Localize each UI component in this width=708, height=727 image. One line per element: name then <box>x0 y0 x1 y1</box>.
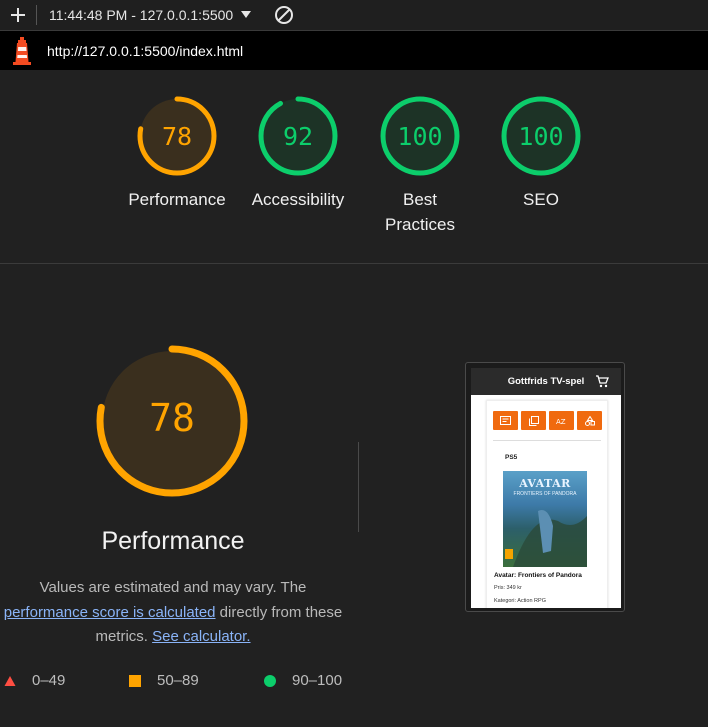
legend-fail: 0–49 <box>4 672 65 689</box>
site-header: Gottfrids TV-spel <box>471 368 621 395</box>
legend-average: 50–89 <box>129 672 199 689</box>
gauge-label: Best Practices <box>385 190 455 234</box>
plus-icon <box>11 8 25 22</box>
gauge-score: 100 <box>518 122 563 151</box>
product-card: AZ PS5 AVATAR FRONTIERS OF PANDORA Avata… <box>486 400 608 608</box>
performance-score-large: 78 <box>149 396 195 440</box>
section-divider <box>358 442 359 532</box>
card-divider <box>493 440 601 441</box>
lighthouse-logo-icon <box>13 36 31 65</box>
copy-icon[interactable] <box>521 411 546 430</box>
square-icon <box>129 674 141 687</box>
gauge-label: Performance <box>128 190 226 209</box>
legend-pass: 90–100 <box>264 672 342 689</box>
cart-icon <box>596 375 609 388</box>
legend-fail-label: 0–49 <box>32 672 66 689</box>
final-screenshot[interactable]: Gottfrids TV-spel AZ PS5 AVATAR FRONTIER… <box>465 362 625 612</box>
triangle-icon <box>4 675 16 686</box>
clear-all-button[interactable] <box>271 2 297 28</box>
gauge-score: 100 <box>397 122 442 151</box>
score-legend: 0–49 50–89 90–100 <box>0 672 708 692</box>
gauge-performance[interactable]: 78 Performance <box>117 95 237 212</box>
platform-logo: PS5 <box>505 454 518 461</box>
gauge-ring: 100 <box>501 96 581 176</box>
gauge-score: 78 <box>162 122 192 151</box>
svg-text:AZ: AZ <box>556 418 566 425</box>
performance-gauge-large: 78 <box>96 345 248 497</box>
toolbar-divider <box>36 5 37 25</box>
gauge-ring: 78 <box>137 96 217 176</box>
list-icon[interactable] <box>493 411 518 430</box>
tested-url: http://127.0.0.1:5500/index.html <box>47 42 244 59</box>
gauge-seo[interactable]: 100 SEO <box>481 95 601 212</box>
cover-art <box>505 510 587 567</box>
gauge-label: SEO <box>523 190 559 209</box>
sort-az-icon[interactable]: AZ <box>549 411 574 430</box>
product-cover-image[interactable]: AVATAR FRONTIERS OF PANDORA <box>503 471 587 567</box>
see-calculator-link[interactable]: See calculator. <box>152 628 250 645</box>
gauge-accessibility[interactable]: 92 Accessibility <box>238 95 358 212</box>
legend-pass-label: 90–100 <box>292 672 343 689</box>
report-selector-label: 11:44:48 PM - 127.0.0.1:5500 <box>49 7 234 23</box>
report-selector[interactable]: 11:44:48 PM - 127.0.0.1:5500 <box>49 0 253 31</box>
gauge-best-practices[interactable]: 100 Best Practices <box>360 95 480 237</box>
product-name: Avatar: Frontiers of Pandora <box>494 572 582 579</box>
report-toolbar: 11:44:48 PM - 127.0.0.1:5500 <box>0 0 708 31</box>
new-report-button[interactable] <box>0 0 36 31</box>
legend-average-label: 50–89 <box>157 672 199 689</box>
circle-icon <box>264 674 276 687</box>
performance-title: Performance <box>101 527 245 555</box>
url-bar: http://127.0.0.1:5500/index.html <box>0 31 708 70</box>
site-title: Gottfrids TV-spel <box>507 376 585 387</box>
product-price: Pris: 349 kr <box>494 585 522 591</box>
category-icon[interactable] <box>577 411 602 430</box>
gauge-label: Accessibility <box>251 190 345 209</box>
product-category: Kategori: Action RPG <box>494 598 546 604</box>
gauge-ring: 92 <box>258 96 338 176</box>
block-icon <box>275 6 294 24</box>
performance-description: Values are estimated and may vary. The p… <box>0 576 346 650</box>
gauge-ring: 100 <box>380 96 460 176</box>
screenshot-page: Gottfrids TV-spel AZ PS5 AVATAR FRONTIER… <box>471 368 621 608</box>
score-gauges: 78 Performance 92 Accessibility 100 Best… <box>0 70 708 264</box>
chevron-down-icon <box>239 8 253 22</box>
gauge-score: 92 <box>283 122 313 151</box>
filter-buttons: AZ <box>487 401 607 430</box>
performance-score-link[interactable]: performance score is calculated <box>4 604 216 621</box>
desc-text-1: Values are estimated and may vary. The <box>39 579 307 596</box>
